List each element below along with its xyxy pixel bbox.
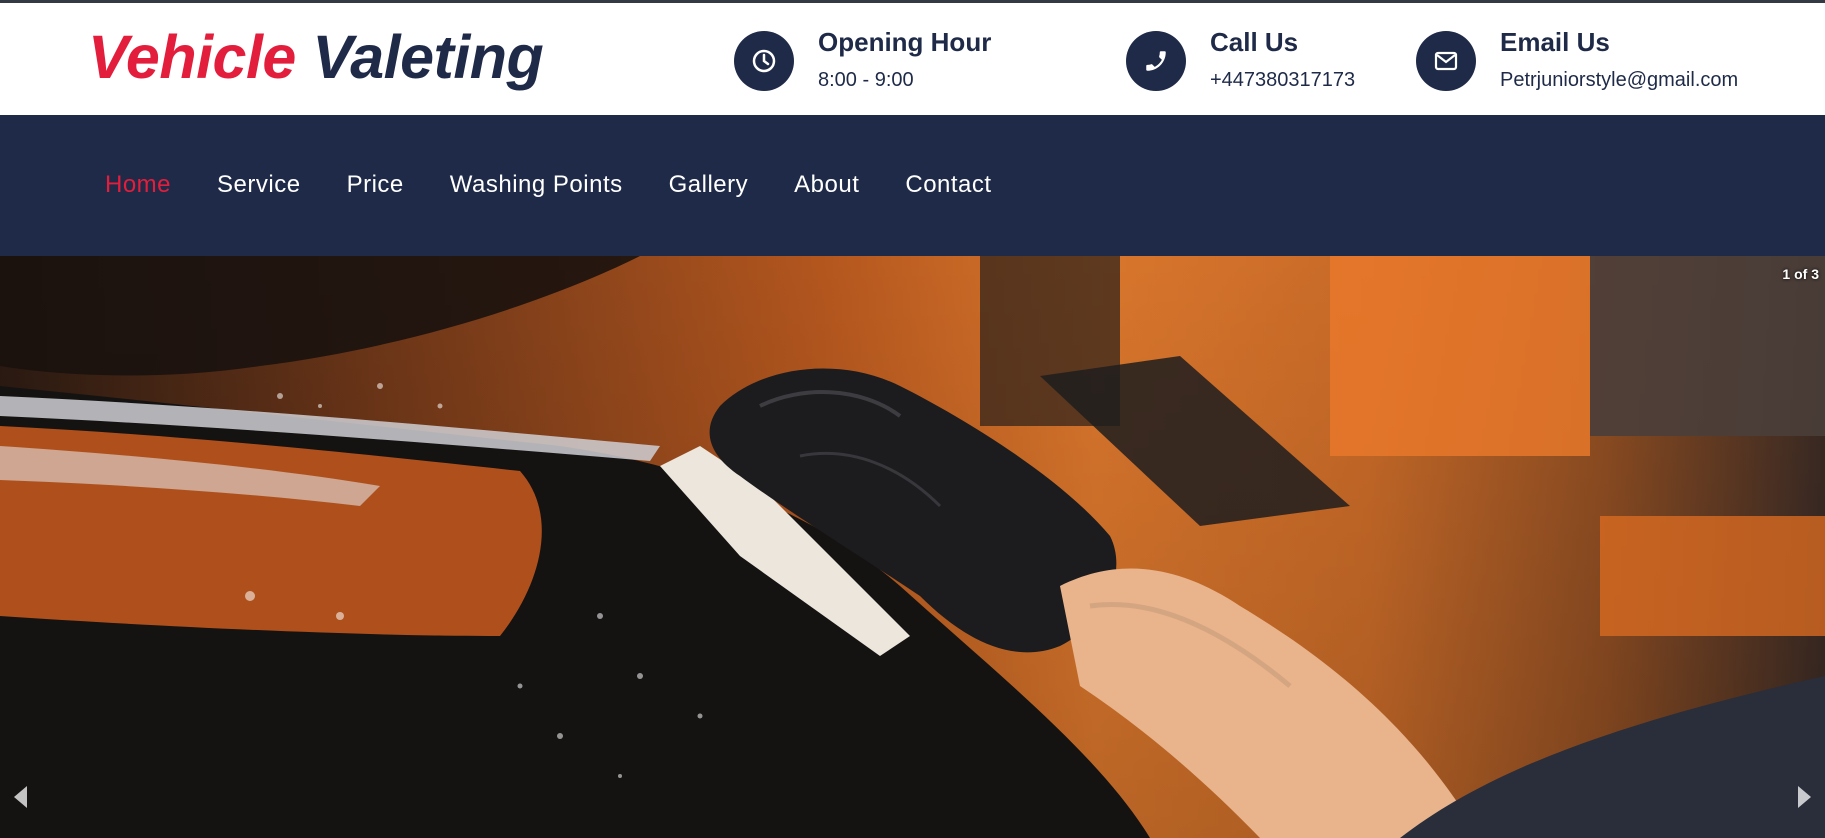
nav-price[interactable]: Price xyxy=(347,171,404,199)
slide-counter: 1 of 3 xyxy=(1782,266,1819,282)
email-address[interactable]: Petrjuniorstyle@gmail.com xyxy=(1500,69,1738,92)
nav-service[interactable]: Service xyxy=(217,171,301,199)
nav-contact[interactable]: Contact xyxy=(905,171,991,199)
site-header: Vehicle Valeting Opening Hour 8:00 - 9:0… xyxy=(0,3,1825,115)
phone-number[interactable]: +447380317173 xyxy=(1210,69,1355,92)
logo-word-vehicle: Vehicle xyxy=(88,23,296,91)
slider-prev-arrow-icon[interactable] xyxy=(14,786,27,808)
site-logo[interactable]: Vehicle Valeting xyxy=(88,17,544,97)
envelope-icon xyxy=(1416,31,1476,91)
call-us-title: Call Us xyxy=(1210,27,1299,57)
nav-washing-points[interactable]: Washing Points xyxy=(450,171,623,199)
phone-icon xyxy=(1126,31,1186,91)
email-us-title: Email Us xyxy=(1500,27,1610,57)
nav-about[interactable]: About xyxy=(794,171,859,199)
nav-gallery[interactable]: Gallery xyxy=(669,171,749,199)
clock-icon xyxy=(734,31,794,91)
main-navigation: Home Service Price Washing Points Galler… xyxy=(0,115,1825,256)
hero-slider: 1 of 3 xyxy=(0,256,1825,838)
opening-hour-value: 8:00 - 9:00 xyxy=(818,69,914,91)
logo-word-valeting: Valeting xyxy=(312,23,544,91)
hero-image xyxy=(0,256,1825,838)
opening-hour-title: Opening Hour xyxy=(818,27,992,57)
nav-home[interactable]: Home xyxy=(105,171,171,199)
slider-next-arrow-icon[interactable] xyxy=(1798,786,1811,808)
